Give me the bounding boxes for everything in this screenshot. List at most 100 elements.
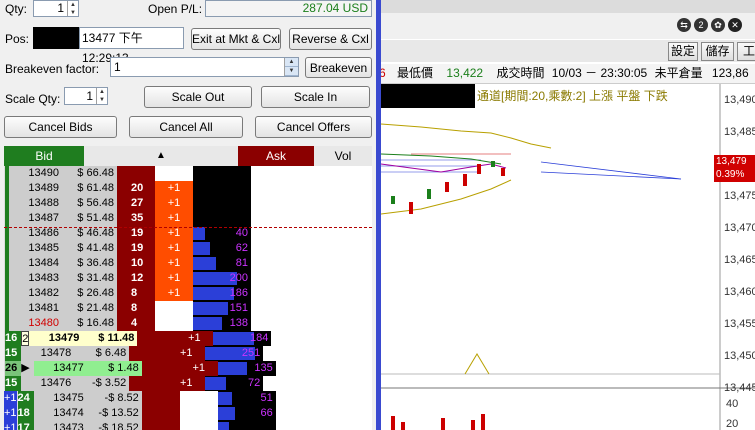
price-cell[interactable]: 13473 [33, 421, 88, 430]
scale-qty-value[interactable]: 1 [65, 88, 96, 104]
exit-at-mkt-button[interactable]: Exit at Mkt & Cxl [191, 28, 281, 50]
ask-header[interactable]: Ask [238, 146, 314, 166]
ask-order-cell[interactable]: +1 [155, 196, 193, 211]
price-cell[interactable]: 13488 [9, 196, 63, 211]
ask-size-cell[interactable] [117, 166, 155, 181]
pl-cell[interactable]: $ 11.48 [83, 331, 138, 346]
vol-header[interactable]: Vol [314, 146, 372, 166]
scale-qty-stepper[interactable]: 1 ▲ ▼ [64, 87, 108, 105]
pl-cell[interactable]: $ 41.48 [63, 241, 117, 256]
price-cell[interactable]: 13474 [33, 406, 88, 421]
pl-cell[interactable]: $ 51.48 [63, 211, 117, 226]
volume-cell[interactable]: 40 [193, 226, 251, 241]
price-cell[interactable]: 13481 [9, 301, 63, 316]
ladder-row[interactable]: 13486 $ 46.48 19 +1 40 [4, 226, 372, 241]
price-cell[interactable]: 13478 [21, 346, 76, 361]
cancel-all-button[interactable]: Cancel All [129, 116, 243, 138]
price-cell[interactable]: 13480 [9, 316, 63, 331]
volume-cell[interactable]: 200 [193, 271, 251, 286]
volume-cell[interactable] [193, 166, 251, 181]
volume-cell[interactable]: 151 [193, 301, 251, 316]
volume-cell[interactable] [193, 181, 251, 196]
volume-cell[interactable]: 186 [193, 286, 251, 301]
bid-size-cell[interactable]: 15 [5, 346, 22, 361]
ask-size-cell[interactable]: 27 [117, 196, 155, 211]
ladder-row[interactable]: 13484 $ 36.48 10 +1 81 [4, 256, 372, 271]
ask-size-cell[interactable] [141, 406, 180, 421]
cancel-bids-button[interactable]: Cancel Bids [4, 116, 117, 138]
ask-order-cell[interactable] [179, 391, 218, 406]
pl-cell[interactable]: -$ 3.52 [75, 376, 130, 391]
pl-cell[interactable]: $ 16.48 [63, 316, 117, 331]
price-cell[interactable]: 13485 [9, 241, 63, 256]
ladder-row[interactable]: 13485 $ 41.48 19 +1 62 [4, 241, 372, 256]
price-sort-header[interactable]: ▲ [84, 146, 238, 166]
ask-size-cell[interactable] [141, 421, 180, 430]
window-nav-icon[interactable]: ⇆ [677, 18, 691, 32]
ladder-row[interactable]: 13487 $ 51.48 35 +1 [4, 211, 372, 226]
price-cell[interactable]: 13475 [33, 391, 88, 406]
pl-cell[interactable]: $ 26.48 [63, 286, 117, 301]
ask-size-cell[interactable] [141, 391, 180, 406]
ask-order-cell[interactable]: +1 [167, 346, 206, 361]
toolbar-save-button[interactable]: 儲存 [701, 42, 734, 61]
qty-stepper[interactable]: 1 ▲ ▼ [33, 0, 79, 17]
ladder-row[interactable]: 13480 $ 16.48 4 138 [4, 316, 372, 331]
ask-order-cell[interactable]: +1 [155, 241, 193, 256]
breakeven-factor-stepper[interactable]: 1 ▲ ▼ [110, 57, 299, 77]
price-cell[interactable]: 13486 [9, 226, 63, 241]
volume-cell[interactable]: 81 [193, 256, 251, 271]
ladder-row[interactable]: 13490 $ 66.48 [4, 166, 372, 181]
pl-cell[interactable]: $ 6.48 [75, 346, 130, 361]
ladder-row[interactable]: 13482 $ 26.48 8 +1 186 [4, 286, 372, 301]
pl-cell[interactable]: $ 56.48 [63, 196, 117, 211]
breakeven-button[interactable]: Breakeven [305, 57, 372, 78]
volume-cell[interactable] [193, 196, 251, 211]
price-cell[interactable]: 13477 [33, 361, 88, 376]
pl-cell[interactable]: -$ 8.52 [87, 391, 142, 406]
ladder-row[interactable]: 13488 $ 56.48 27 +1 [4, 196, 372, 211]
ask-order-cell[interactable] [179, 406, 218, 421]
settings-gear-icon[interactable]: ✿ [711, 18, 725, 32]
pl-cell[interactable]: $ 31.48 [63, 271, 117, 286]
volume-cell[interactable]: 66 [217, 406, 276, 421]
ask-size-cell[interactable]: 19 [117, 226, 155, 241]
ladder-row[interactable]: 15 13476 -$ 3.52 +1 72 [4, 376, 372, 391]
volume-cell[interactable]: 184 [213, 331, 272, 346]
ask-order-cell[interactable] [179, 421, 218, 430]
toolbar-tools-button[interactable]: 工 [737, 42, 755, 61]
ask-size-cell[interactable]: 8 [117, 301, 155, 316]
ladder-row[interactable]: +1 24 13475 -$ 8.52 51 [4, 391, 372, 406]
ask-order-cell[interactable]: +1 [155, 226, 193, 241]
cancel-offers-button[interactable]: Cancel Offers [255, 116, 372, 138]
pl-cell[interactable]: -$ 18.52 [87, 421, 142, 430]
ladder-row[interactable]: 13489 $ 61.48 20 +1 [4, 181, 372, 196]
ask-size-cell[interactable]: 10 [117, 256, 155, 271]
pl-cell[interactable]: $ 61.48 [63, 181, 117, 196]
volume-cell[interactable]: 251 [205, 346, 264, 361]
my-bid-cell[interactable]: +1 [4, 421, 18, 430]
volume-cell[interactable] [193, 211, 251, 226]
bid-header[interactable]: Bid [4, 146, 84, 166]
price-cell[interactable]: 13483 [9, 271, 63, 286]
price-cell[interactable]: 13490 [9, 166, 63, 181]
pl-cell[interactable]: -$ 13.52 [87, 406, 142, 421]
price-cell[interactable]: 13484 [9, 256, 63, 271]
bid-size-cell[interactable]: 26 [5, 361, 22, 376]
pl-cell[interactable]: $ 21.48 [63, 301, 117, 316]
price-cell[interactable]: 13489 [9, 181, 63, 196]
price-cell[interactable]: 13482 [9, 286, 63, 301]
ask-order-cell[interactable] [155, 166, 193, 181]
ask-size-cell[interactable]: 35 [117, 211, 155, 226]
bid-size-cell[interactable]: 16 [5, 331, 22, 346]
qty-spin-buttons[interactable]: ▲ ▼ [67, 1, 78, 16]
ladder-row[interactable]: +1 18 13474 -$ 13.52 66 [4, 406, 372, 421]
close-icon[interactable]: ✕ [728, 18, 742, 32]
scale-qty-spin-buttons[interactable]: ▲ ▼ [96, 88, 107, 104]
ask-order-cell[interactable]: +1 [155, 256, 193, 271]
ask-size-cell[interactable] [129, 376, 168, 391]
bid-size-cell[interactable]: 18 [17, 406, 34, 421]
volume-cell[interactable]: 135 [217, 361, 276, 376]
ask-size-cell[interactable]: 19 [117, 241, 155, 256]
ladder-row[interactable]: 13483 $ 31.48 12 +1 200 [4, 271, 372, 286]
